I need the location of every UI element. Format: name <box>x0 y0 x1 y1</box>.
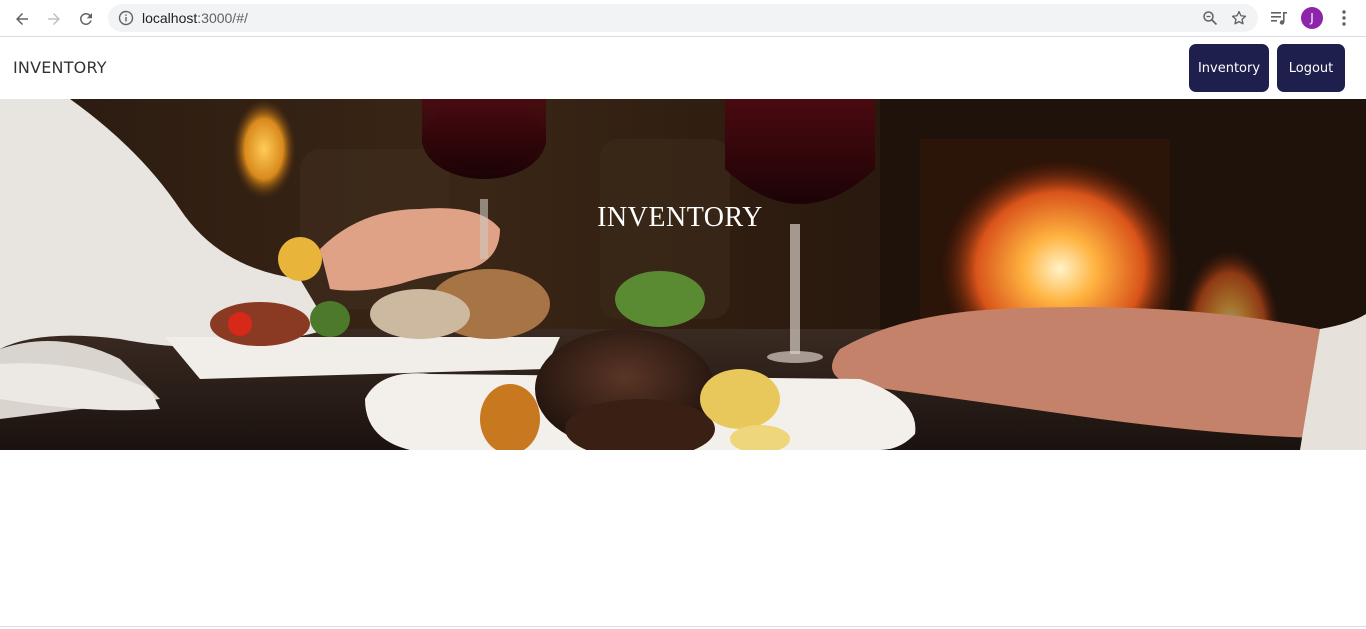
url-text[interactable]: localhost:3000/#/ <box>142 9 248 27</box>
hero-title: INVENTORY <box>597 202 763 233</box>
profile-avatar[interactable]: J <box>1301 7 1323 29</box>
inventory-button[interactable]: Inventory <box>1189 44 1269 92</box>
back-icon[interactable] <box>9 6 35 32</box>
logout-button[interactable]: Logout <box>1277 44 1345 92</box>
zoom-icon[interactable] <box>1202 10 1218 26</box>
browser-toolbar: localhost:3000/#/ J <box>0 0 1366 37</box>
reload-icon[interactable] <box>73 6 99 32</box>
info-icon[interactable] <box>118 10 134 26</box>
dinner-photo <box>0 99 1366 450</box>
app-navbar: INVENTORY Inventory Logout <box>0 37 1366 99</box>
forward-icon[interactable] <box>41 6 67 32</box>
url-host: localhost <box>142 10 198 26</box>
url-path: :3000/#/ <box>197 10 248 26</box>
bottom-divider <box>0 626 1366 627</box>
kebab-menu-icon[interactable] <box>1336 9 1352 27</box>
media-queue-icon[interactable] <box>1270 9 1288 27</box>
address-bar[interactable]: localhost:3000/#/ <box>108 4 1258 32</box>
brand-title[interactable]: INVENTORY <box>13 58 107 77</box>
hero-banner: INVENTORY <box>0 99 1366 450</box>
bookmark-star-icon[interactable] <box>1230 9 1248 27</box>
